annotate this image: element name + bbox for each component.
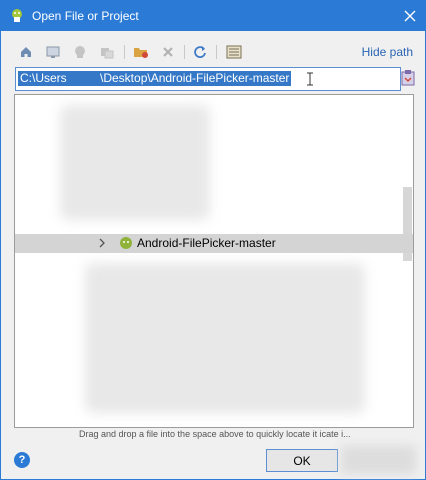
- file-tree[interactable]: Android-FilePicker-master: [14, 94, 414, 428]
- toolbar: Hide path: [1, 39, 425, 65]
- help-icon: ?: [18, 454, 26, 466]
- delete-icon: [163, 47, 173, 57]
- android-studio-icon: [12, 9, 22, 22]
- text-cursor-icon: [307, 72, 313, 86]
- project-icon: [75, 46, 85, 58]
- window-title: Open File or Project: [32, 9, 139, 23]
- blurred-cancel-button: [341, 446, 416, 474]
- blurred-content: [60, 105, 210, 220]
- toolbar-separator: [124, 45, 125, 59]
- show-hidden-button[interactable]: [225, 43, 243, 61]
- desktop-icon: [46, 46, 60, 58]
- tree-item-label: Android-FilePicker-master: [137, 236, 276, 250]
- new-folder-icon: [134, 48, 148, 58]
- dialog-window: Open File or Project Hide path C:\Users …: [0, 0, 426, 480]
- path-text: C:\Users \Desktop\Android-FilePicker-mas…: [18, 71, 292, 86]
- refresh-icon: [194, 46, 206, 58]
- home-button[interactable]: [17, 43, 35, 61]
- desktop-button[interactable]: [44, 43, 62, 61]
- hide-path-link[interactable]: Hide path: [362, 45, 413, 59]
- delete-button[interactable]: [159, 43, 177, 61]
- close-button[interactable]: [395, 1, 425, 31]
- android-folder-icon: [120, 237, 132, 249]
- path-input[interactable]: C:\Users \Desktop\Android-FilePicker-mas…: [15, 67, 401, 91]
- close-icon: [404, 10, 416, 22]
- blurred-content: [85, 263, 365, 413]
- ok-button[interactable]: OK: [266, 449, 338, 472]
- show-hidden-icon: [226, 45, 242, 59]
- refresh-button[interactable]: [191, 43, 209, 61]
- toolbar-separator: [216, 45, 217, 59]
- chevron-right-icon[interactable]: [97, 237, 107, 249]
- toolbar-separator: [184, 45, 185, 59]
- home-icon: [21, 47, 31, 57]
- project-button[interactable]: [71, 43, 89, 61]
- new-folder-button[interactable]: [132, 43, 150, 61]
- title-bar: Open File or Project: [1, 1, 425, 31]
- help-button[interactable]: ?: [14, 452, 30, 468]
- path-history-icon[interactable]: [400, 69, 416, 87]
- module-button[interactable]: [98, 43, 116, 61]
- drag-drop-hint: Drag and drop a file into the space abov…: [79, 429, 351, 439]
- module-icon: [101, 48, 114, 59]
- tree-item-selected[interactable]: Android-FilePicker-master: [15, 234, 413, 253]
